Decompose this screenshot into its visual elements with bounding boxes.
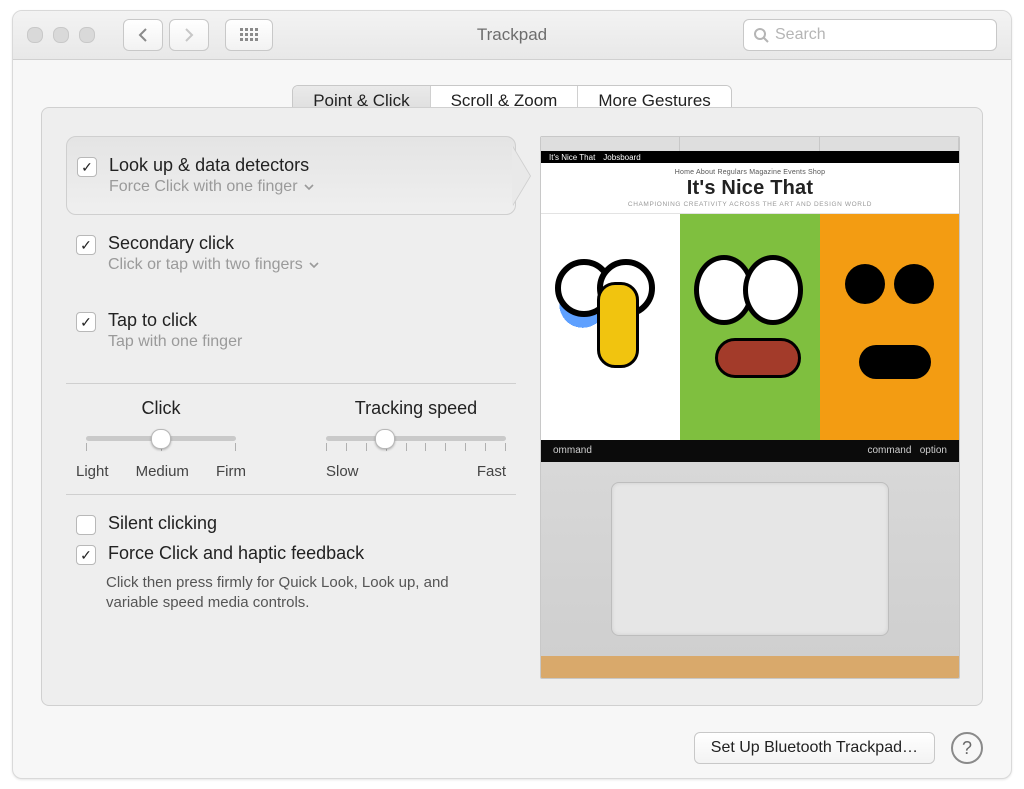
setup-bluetooth-trackpad-button[interactable]: Set Up Bluetooth Trackpad… (694, 732, 935, 764)
preview-artwork (541, 214, 959, 440)
preview-site-sub: CHAMPIONING CREATIVITY ACROSS THE ART AN… (628, 201, 872, 208)
bottom-options: Silent clicking Force Click and haptic f… (66, 509, 516, 618)
slider-tracking-max: Fast (477, 463, 506, 480)
option-force-click[interactable]: Force Click and haptic feedback (76, 543, 506, 565)
slider-tracking-track[interactable] (326, 427, 506, 455)
content-panel: Look up & data detectors Force Click wit… (41, 107, 983, 706)
window-controls (27, 27, 95, 43)
preview-browser: It's Nice ThatJobsboard Home About Regul… (541, 137, 959, 440)
chevron-right-icon (183, 28, 195, 42)
options-column: Look up & data detectors Force Click wit… (66, 136, 516, 677)
option-tap-to-click[interactable]: Tap to click Tap with one finger (66, 292, 516, 369)
preferences-window: Trackpad Search Point & Click Scroll & Z… (12, 10, 1012, 779)
option-secondary-click[interactable]: Secondary click Click or tap with two fi… (66, 215, 516, 292)
divider (66, 494, 516, 495)
preview-site-menu: Home About Regulars Magazine Events Shop (675, 169, 825, 176)
bottom-bar: Set Up Bluetooth Trackpad… ? (13, 718, 1011, 778)
slider-click-label: Click (142, 398, 181, 419)
show-all-button[interactable] (225, 19, 273, 51)
search-input[interactable]: Search (743, 19, 997, 51)
slider-click-max: Firm (216, 463, 246, 480)
option-lookup[interactable]: Look up & data detectors Force Click wit… (66, 136, 516, 215)
slider-click-mid: Medium (136, 463, 189, 480)
option-lookup-sub-dropdown[interactable]: Force Click with one finger (109, 178, 314, 196)
slider-click-track[interactable] (86, 427, 236, 455)
slider-tracking: Tracking speed Slow Fast (326, 398, 506, 480)
option-lookup-title: Look up & data detectors (109, 155, 314, 176)
slider-tracking-label: Tracking speed (355, 398, 477, 419)
option-silent-label: Silent clicking (108, 513, 217, 534)
chevron-left-icon (137, 28, 149, 42)
gesture-preview: It's Nice ThatJobsboard Home About Regul… (540, 136, 960, 679)
help-button[interactable]: ? (951, 732, 983, 764)
checkbox-secondary-click[interactable] (76, 235, 96, 255)
slider-click-min: Light (76, 463, 109, 480)
option-silent-clicking[interactable]: Silent clicking (76, 513, 506, 535)
titlebar: Trackpad Search (13, 11, 1011, 60)
checkbox-force-click[interactable] (76, 545, 96, 565)
slider-tracking-min: Slow (326, 463, 359, 480)
traffic-zoom-icon[interactable] (79, 27, 95, 43)
checkbox-lookup[interactable] (77, 157, 97, 177)
grid-icon (240, 28, 258, 42)
chevron-down-icon (304, 183, 314, 191)
traffic-minimize-icon[interactable] (53, 27, 69, 43)
option-force-label: Force Click and haptic feedback (108, 543, 364, 564)
option-secondary-sub-dropdown[interactable]: Click or tap with two fingers (108, 256, 319, 274)
preview-column: It's Nice ThatJobsboard Home About Regul… (540, 136, 958, 677)
search-placeholder: Search (775, 26, 826, 44)
forward-button[interactable] (169, 19, 209, 51)
preview-keyboard-bar: ommand command option (541, 440, 959, 462)
toolbar-nav (123, 19, 273, 51)
divider (66, 383, 516, 384)
sliders-row: Click Light Medium Firm Tr (66, 398, 516, 480)
preview-desk (541, 656, 959, 678)
checkbox-tap-to-click[interactable] (76, 312, 96, 332)
checkbox-silent-clicking[interactable] (76, 515, 96, 535)
search-icon (754, 28, 769, 43)
option-tap-sub: Tap with one finger (108, 333, 242, 351)
slider-click: Click Light Medium Firm (76, 398, 246, 480)
traffic-close-icon[interactable] (27, 27, 43, 43)
back-button[interactable] (123, 19, 163, 51)
preview-trackpad (541, 462, 959, 656)
option-tap-title: Tap to click (108, 310, 242, 331)
chevron-down-icon (309, 261, 319, 269)
option-force-desc: Click then press firmly for Quick Look, … (106, 573, 486, 614)
preview-site-logo: It's Nice That (687, 177, 813, 200)
option-secondary-title: Secondary click (108, 233, 319, 254)
